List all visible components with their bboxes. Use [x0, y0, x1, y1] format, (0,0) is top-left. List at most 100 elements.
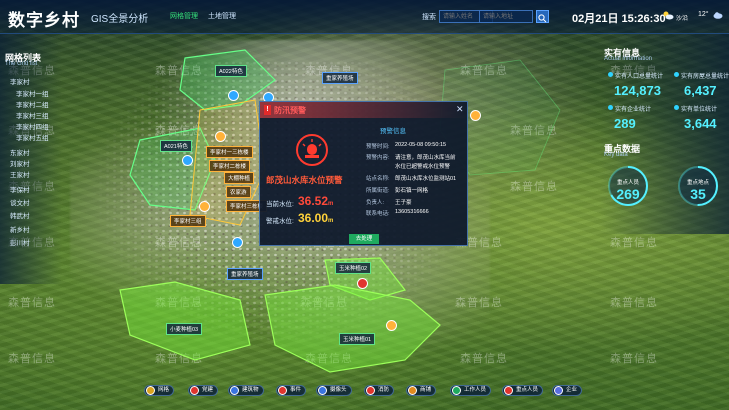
- search-address-input[interactable]: [479, 10, 533, 23]
- grid-list-item[interactable]: 韩武村: [10, 210, 30, 220]
- weather-text: 沙沿: [676, 16, 689, 22]
- sun-cloud-icon: [663, 11, 674, 20]
- camera-pin-icon[interactable]: [232, 237, 243, 248]
- info-value: 郎茂山水库水位监测站01: [395, 176, 457, 182]
- layer-button-shop[interactable]: 商铺: [406, 385, 437, 396]
- alert-title: 防汛预警: [274, 106, 306, 115]
- shop-pin-icon[interactable]: [470, 110, 481, 121]
- stat-dot-icon: [608, 72, 613, 77]
- grid-area-farm-03[interactable]: [119, 281, 251, 361]
- map-tag[interactable]: 李家村二栋楼: [209, 160, 251, 172]
- layer-button-fire[interactable]: 消防: [364, 385, 395, 396]
- stat-value: 124,873: [614, 83, 661, 98]
- grid-list-item[interactable]: 李家村三组: [16, 110, 49, 120]
- info-value: 13605316666: [395, 209, 429, 215]
- info-key: 预警时间:: [366, 144, 390, 150]
- warning-icon: !: [264, 105, 271, 115]
- layer-button-event[interactable]: 事件: [276, 385, 307, 396]
- camera-layer-icon: [318, 386, 327, 395]
- current-level-label: 当前水位:: [266, 201, 294, 208]
- grid-list-subtitle: The Grid list: [5, 61, 38, 67]
- grid-list-panel: 网格列表 The Grid list 李家村 李家村一组 李家村二组 李家村三组…: [0, 34, 62, 284]
- fire-layer-icon: [366, 386, 375, 395]
- app-title: 数字乡村: [8, 11, 80, 30]
- info-key: 负责人:: [366, 200, 385, 206]
- grid-list-item[interactable]: 王家村: [10, 169, 30, 179]
- handle-button[interactable]: 去处理: [349, 234, 379, 244]
- info-key: 联系电话:: [366, 211, 390, 217]
- layer-button-building[interactable]: 建筑物: [228, 385, 264, 396]
- layer-toolbar: 网格 党建 建筑物 事件 摄像头 消防 商铺 工作人员 重点人员 企业: [130, 381, 600, 399]
- key-data-value: 35: [690, 186, 706, 202]
- key-data-label: 重点地点: [686, 180, 709, 186]
- shop-pin-icon[interactable]: [199, 201, 210, 212]
- layer-button-camera[interactable]: 摄像头: [316, 385, 352, 396]
- info-value: 王子豪: [395, 200, 412, 206]
- grid-list-item[interactable]: 李家村: [10, 76, 30, 86]
- warning-level-label: 警戒水位:: [266, 218, 294, 225]
- shop-layer-icon: [408, 386, 417, 395]
- grid-list-item[interactable]: 李家村二组: [16, 99, 49, 109]
- info-key: 预警内容:: [366, 155, 390, 161]
- info-value: 水位已超警戒水位预警: [395, 164, 451, 170]
- map-tag[interactable]: A022特色: [215, 65, 247, 77]
- grid-list-item[interactable]: 谈文村: [10, 197, 30, 207]
- tab-land-management[interactable]: 土地管理: [208, 11, 236, 21]
- close-icon[interactable]: ✕: [456, 104, 464, 115]
- enterprise-layer-icon: [554, 386, 563, 395]
- actual-info-subtitle: Actual information: [604, 56, 653, 62]
- top-header: 数字乡村 GIS全景分析 网格管理 土地管理 搜索 02月21日 15:26:3…: [0, 0, 729, 34]
- layer-button-enterprise[interactable]: 企业: [552, 385, 583, 396]
- grid-list-item[interactable]: 彭川村: [10, 237, 30, 247]
- key-data-label: 重点人员: [616, 180, 639, 186]
- key-data-subtitle: Key data: [604, 152, 628, 158]
- alarm-icon: [296, 134, 328, 166]
- map-tag[interactable]: 重家养殖场: [227, 268, 263, 280]
- tab-grid-management[interactable]: 网格管理: [170, 11, 198, 21]
- map-tag[interactable]: 重家养殖场: [322, 72, 358, 84]
- grid-list-item[interactable]: 刘家村: [10, 158, 30, 168]
- camera-pin-icon[interactable]: [228, 90, 239, 101]
- temperature: 12°: [698, 11, 709, 18]
- grid-list-item[interactable]: 新乡村: [10, 224, 30, 234]
- layer-button-party[interactable]: 党建: [188, 385, 219, 396]
- alert-name: 郎茂山水库水位预警: [266, 175, 343, 185]
- app-subtitle: GIS全景分析: [91, 14, 149, 25]
- camera-pin-icon[interactable]: [182, 155, 193, 166]
- search-icon: [538, 14, 547, 23]
- info-value: 彭石镇一网格: [395, 188, 429, 194]
- map-tag[interactable]: 大棚种植: [224, 172, 255, 184]
- staff-layer-icon: [452, 386, 461, 395]
- grid-list-item[interactable]: 东家村: [10, 147, 30, 157]
- party-pin-icon[interactable]: [357, 278, 368, 289]
- layer-button-key-person[interactable]: 重点人员: [502, 385, 544, 396]
- map-tag[interactable]: A021特色: [160, 140, 192, 152]
- date-time: 02月21日 15:26:30: [572, 13, 666, 25]
- grid-list-item[interactable]: 李家村五组: [16, 132, 49, 142]
- grid-list-item[interactable]: 李家村四组: [16, 121, 49, 131]
- map-tag[interactable]: 农家游: [226, 186, 251, 198]
- layer-button-staff[interactable]: 工作人员: [450, 385, 492, 396]
- shop-pin-icon[interactable]: [215, 131, 226, 142]
- layer-button-grid[interactable]: 网格: [144, 385, 175, 396]
- grid-area-farm-01[interactable]: [264, 284, 441, 373]
- stat-label: 实有房屋总量统计: [681, 74, 729, 80]
- search-button[interactable]: [536, 10, 549, 23]
- warning-level-value: 36.00m: [298, 211, 334, 225]
- flood-alert-dialog: ! 防汛预警 ✕ 郎茂山水库水位预警 当前水位: 36.52m 警戒水位: 36…: [259, 101, 468, 246]
- map-tag[interactable]: 玉米种植02: [335, 262, 372, 274]
- stat-value: 289: [614, 116, 636, 131]
- grid-list-item[interactable]: 李家村一组: [16, 88, 49, 98]
- grid-layer-icon: [146, 386, 155, 395]
- map-tag[interactable]: 玉米种植01: [339, 333, 376, 345]
- grid-list-item[interactable]: 李保村: [10, 184, 30, 194]
- stat-label: 实有人口总量统计: [615, 74, 664, 80]
- map-tag[interactable]: 李家村一三栋楼: [206, 146, 253, 158]
- map-tag[interactable]: 李家村三组: [170, 215, 206, 227]
- stat-dot-icon: [674, 105, 679, 110]
- shop-pin-icon[interactable]: [386, 320, 397, 331]
- stat-label: 实有企业统计: [615, 107, 652, 113]
- map-tag[interactable]: 小麦种植03: [166, 323, 203, 335]
- info-key: 站点名称:: [366, 176, 390, 182]
- stat-dot-icon: [674, 72, 679, 77]
